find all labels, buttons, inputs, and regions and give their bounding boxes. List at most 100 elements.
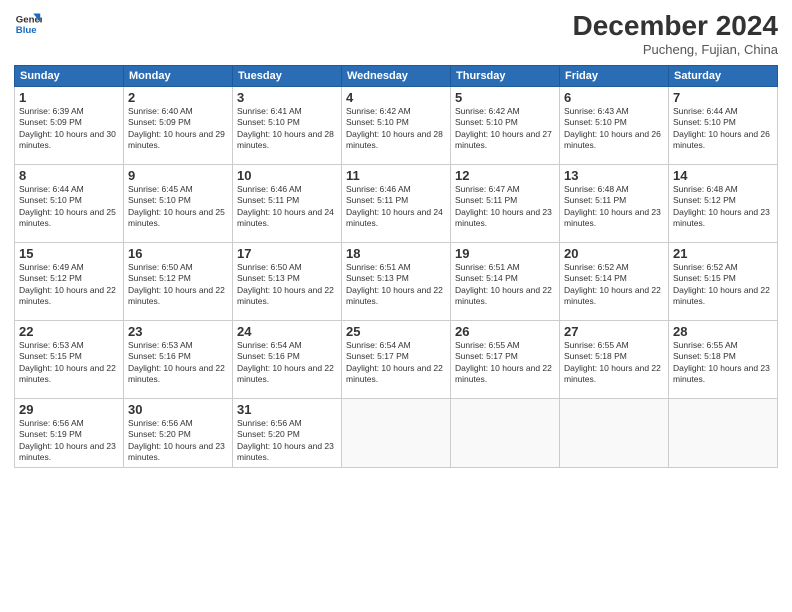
list-item: 2 Sunrise: 6:40 AM Sunset: 5:09 PM Dayli… [124, 87, 233, 165]
list-item: 23 Sunrise: 6:53 AM Sunset: 5:16 PM Dayl… [124, 321, 233, 399]
day-number: 25 [346, 324, 446, 339]
list-item: 20 Sunrise: 6:52 AM Sunset: 5:14 PM Dayl… [560, 243, 669, 321]
day-details: Sunrise: 6:54 AM Sunset: 5:16 PM Dayligh… [237, 340, 337, 386]
logo-icon: General Blue [14, 10, 42, 38]
day-details: Sunrise: 6:45 AM Sunset: 5:10 PM Dayligh… [128, 184, 228, 230]
logo: General Blue General Blue [14, 10, 42, 38]
day-number: 19 [455, 246, 555, 261]
day-number: 12 [455, 168, 555, 183]
col-saturday: Saturday [669, 66, 778, 87]
table-row: 8 Sunrise: 6:44 AM Sunset: 5:10 PM Dayli… [15, 165, 778, 243]
list-item: 12 Sunrise: 6:47 AM Sunset: 5:11 PM Dayl… [451, 165, 560, 243]
day-details: Sunrise: 6:47 AM Sunset: 5:11 PM Dayligh… [455, 184, 555, 230]
day-details: Sunrise: 6:53 AM Sunset: 5:16 PM Dayligh… [128, 340, 228, 386]
day-number: 17 [237, 246, 337, 261]
day-details: Sunrise: 6:53 AM Sunset: 5:15 PM Dayligh… [19, 340, 119, 386]
calendar-table: Sunday Monday Tuesday Wednesday Thursday… [14, 65, 778, 468]
day-details: Sunrise: 6:50 AM Sunset: 5:12 PM Dayligh… [128, 262, 228, 308]
day-details: Sunrise: 6:52 AM Sunset: 5:15 PM Dayligh… [673, 262, 773, 308]
list-item: 29 Sunrise: 6:56 AM Sunset: 5:19 PM Dayl… [15, 399, 124, 468]
list-item: 27 Sunrise: 6:55 AM Sunset: 5:18 PM Dayl… [560, 321, 669, 399]
day-number: 22 [19, 324, 119, 339]
day-number: 10 [237, 168, 337, 183]
list-item: 26 Sunrise: 6:55 AM Sunset: 5:17 PM Dayl… [451, 321, 560, 399]
list-item: 3 Sunrise: 6:41 AM Sunset: 5:10 PM Dayli… [233, 87, 342, 165]
title-block: December 2024 Pucheng, Fujian, China [573, 10, 778, 57]
day-number: 9 [128, 168, 228, 183]
day-number: 29 [19, 402, 119, 417]
list-item: 28 Sunrise: 6:55 AM Sunset: 5:18 PM Dayl… [669, 321, 778, 399]
day-details: Sunrise: 6:56 AM Sunset: 5:19 PM Dayligh… [19, 418, 119, 464]
day-number: 11 [346, 168, 446, 183]
list-item: 21 Sunrise: 6:52 AM Sunset: 5:15 PM Dayl… [669, 243, 778, 321]
col-tuesday: Tuesday [233, 66, 342, 87]
day-number: 1 [19, 90, 119, 105]
day-details: Sunrise: 6:48 AM Sunset: 5:11 PM Dayligh… [564, 184, 664, 230]
day-details: Sunrise: 6:49 AM Sunset: 5:12 PM Dayligh… [19, 262, 119, 308]
day-details: Sunrise: 6:44 AM Sunset: 5:10 PM Dayligh… [19, 184, 119, 230]
day-number: 24 [237, 324, 337, 339]
day-number: 26 [455, 324, 555, 339]
list-item: 1 Sunrise: 6:39 AM Sunset: 5:09 PM Dayli… [15, 87, 124, 165]
day-details: Sunrise: 6:48 AM Sunset: 5:12 PM Dayligh… [673, 184, 773, 230]
list-item: 18 Sunrise: 6:51 AM Sunset: 5:13 PM Dayl… [342, 243, 451, 321]
day-number: 27 [564, 324, 664, 339]
list-item [669, 399, 778, 468]
day-number: 13 [564, 168, 664, 183]
location: Pucheng, Fujian, China [573, 42, 778, 57]
day-number: 15 [19, 246, 119, 261]
list-item: 30 Sunrise: 6:56 AM Sunset: 5:20 PM Dayl… [124, 399, 233, 468]
calendar-header: General Blue General Blue December 2024 … [14, 10, 778, 57]
list-item: 19 Sunrise: 6:51 AM Sunset: 5:14 PM Dayl… [451, 243, 560, 321]
day-number: 23 [128, 324, 228, 339]
list-item: 10 Sunrise: 6:46 AM Sunset: 5:11 PM Dayl… [233, 165, 342, 243]
day-number: 8 [19, 168, 119, 183]
day-details: Sunrise: 6:51 AM Sunset: 5:13 PM Dayligh… [346, 262, 446, 308]
day-details: Sunrise: 6:51 AM Sunset: 5:14 PM Dayligh… [455, 262, 555, 308]
day-details: Sunrise: 6:46 AM Sunset: 5:11 PM Dayligh… [237, 184, 337, 230]
day-details: Sunrise: 6:44 AM Sunset: 5:10 PM Dayligh… [673, 106, 773, 152]
day-details: Sunrise: 6:56 AM Sunset: 5:20 PM Dayligh… [128, 418, 228, 464]
day-details: Sunrise: 6:55 AM Sunset: 5:17 PM Dayligh… [455, 340, 555, 386]
day-details: Sunrise: 6:50 AM Sunset: 5:13 PM Dayligh… [237, 262, 337, 308]
day-number: 2 [128, 90, 228, 105]
day-number: 5 [455, 90, 555, 105]
day-details: Sunrise: 6:55 AM Sunset: 5:18 PM Dayligh… [564, 340, 664, 386]
day-number: 18 [346, 246, 446, 261]
list-item: 9 Sunrise: 6:45 AM Sunset: 5:10 PM Dayli… [124, 165, 233, 243]
table-row: 1 Sunrise: 6:39 AM Sunset: 5:09 PM Dayli… [15, 87, 778, 165]
calendar-container: General Blue General Blue December 2024 … [0, 0, 792, 476]
list-item: 8 Sunrise: 6:44 AM Sunset: 5:10 PM Dayli… [15, 165, 124, 243]
list-item [451, 399, 560, 468]
col-sunday: Sunday [15, 66, 124, 87]
day-number: 30 [128, 402, 228, 417]
col-thursday: Thursday [451, 66, 560, 87]
day-number: 20 [564, 246, 664, 261]
col-wednesday: Wednesday [342, 66, 451, 87]
day-details: Sunrise: 6:42 AM Sunset: 5:10 PM Dayligh… [455, 106, 555, 152]
table-row: 22 Sunrise: 6:53 AM Sunset: 5:15 PM Dayl… [15, 321, 778, 399]
day-number: 14 [673, 168, 773, 183]
day-details: Sunrise: 6:39 AM Sunset: 5:09 PM Dayligh… [19, 106, 119, 152]
day-number: 28 [673, 324, 773, 339]
day-number: 16 [128, 246, 228, 261]
day-number: 21 [673, 246, 773, 261]
list-item: 4 Sunrise: 6:42 AM Sunset: 5:10 PM Dayli… [342, 87, 451, 165]
list-item [342, 399, 451, 468]
table-row: 15 Sunrise: 6:49 AM Sunset: 5:12 PM Dayl… [15, 243, 778, 321]
list-item: 5 Sunrise: 6:42 AM Sunset: 5:10 PM Dayli… [451, 87, 560, 165]
list-item: 17 Sunrise: 6:50 AM Sunset: 5:13 PM Dayl… [233, 243, 342, 321]
day-details: Sunrise: 6:55 AM Sunset: 5:18 PM Dayligh… [673, 340, 773, 386]
list-item: 14 Sunrise: 6:48 AM Sunset: 5:12 PM Dayl… [669, 165, 778, 243]
day-details: Sunrise: 6:46 AM Sunset: 5:11 PM Dayligh… [346, 184, 446, 230]
svg-text:Blue: Blue [16, 25, 37, 36]
list-item: 25 Sunrise: 6:54 AM Sunset: 5:17 PM Dayl… [342, 321, 451, 399]
day-details: Sunrise: 6:52 AM Sunset: 5:14 PM Dayligh… [564, 262, 664, 308]
day-details: Sunrise: 6:42 AM Sunset: 5:10 PM Dayligh… [346, 106, 446, 152]
day-details: Sunrise: 6:56 AM Sunset: 5:20 PM Dayligh… [237, 418, 337, 464]
list-item: 6 Sunrise: 6:43 AM Sunset: 5:10 PM Dayli… [560, 87, 669, 165]
list-item: 24 Sunrise: 6:54 AM Sunset: 5:16 PM Dayl… [233, 321, 342, 399]
list-item: 7 Sunrise: 6:44 AM Sunset: 5:10 PM Dayli… [669, 87, 778, 165]
col-monday: Monday [124, 66, 233, 87]
day-number: 7 [673, 90, 773, 105]
